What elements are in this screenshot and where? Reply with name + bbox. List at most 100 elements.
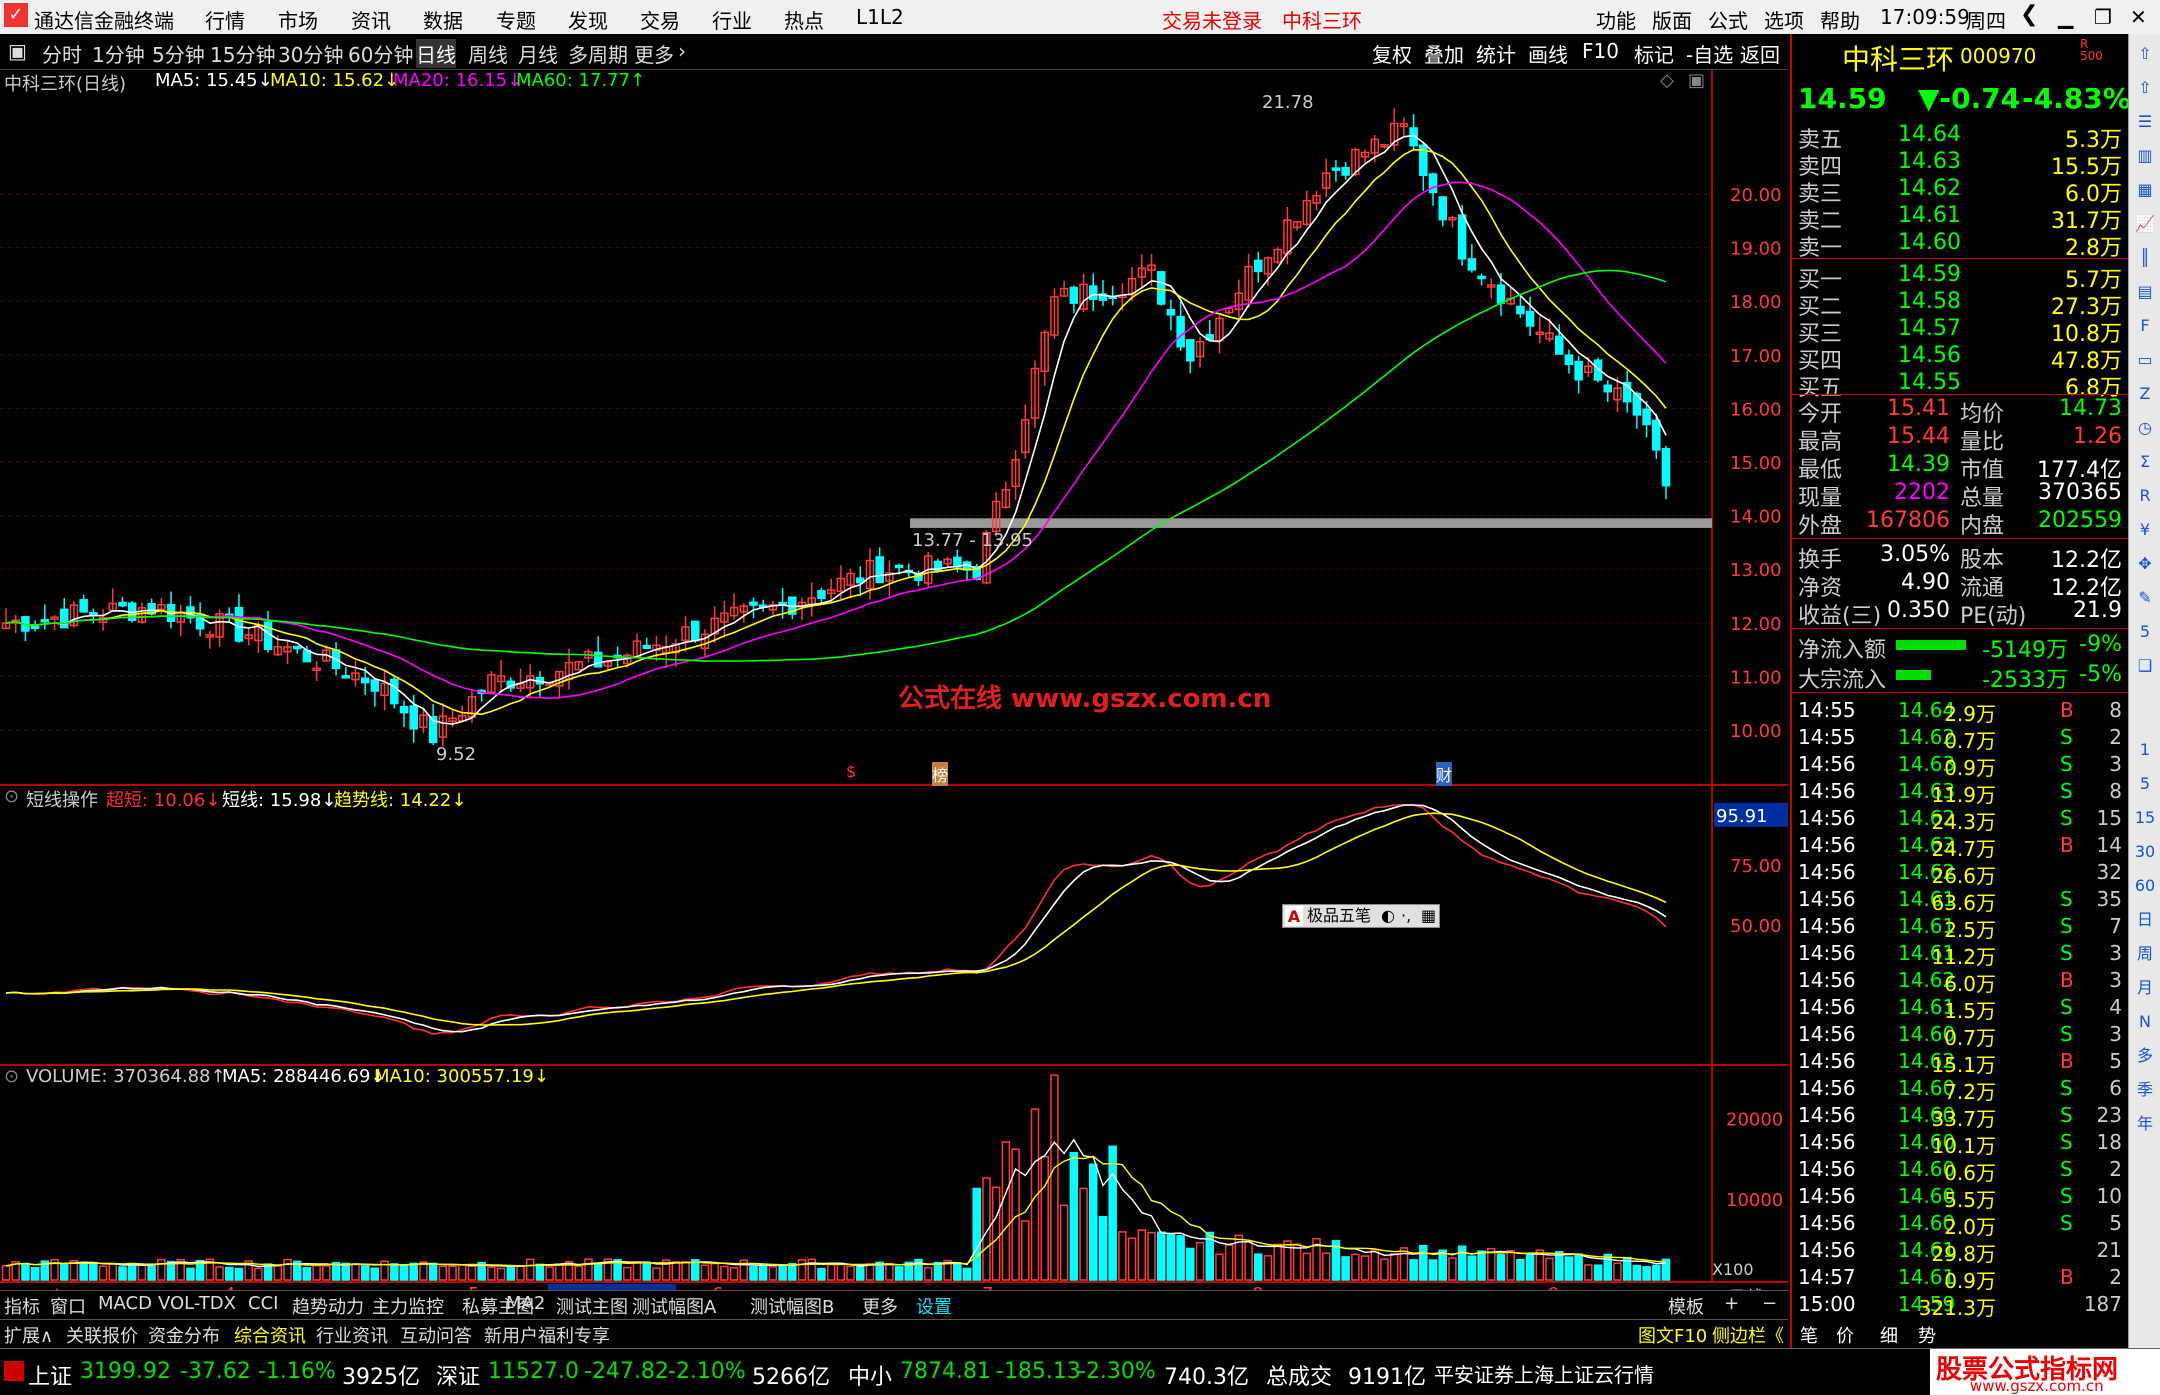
period-weekly[interactable]: 周线 [468,39,508,68]
fz-icon[interactable]: Z [2133,382,2157,406]
marker-dollar[interactable]: $ [846,762,856,781]
bid-price-5[interactable]: 14.55 [1898,370,1961,395]
indicator-tab-11[interactable]: 测试幅图B [750,1293,834,1319]
ime-keyboard-icon[interactable]: ▦ [1421,905,1436,927]
panel-tab-4[interactable]: 细 [1880,1322,1898,1348]
sz-index-name[interactable]: 深证 [436,1359,480,1391]
indicator-tab-12[interactable]: 更多 [862,1293,898,1319]
sidebar-period-5[interactable]: 日 [2133,908,2157,932]
indicator-tab-13[interactable]: 设置 [916,1293,952,1319]
sidebar-period-9[interactable]: 多 [2133,1044,2157,1068]
indicator-tab-9[interactable]: 测试主图 [556,1293,628,1319]
login-status[interactable]: 交易未登录 [1162,5,1262,34]
diamond-icon[interactable]: ◇ [1660,70,1674,91]
action-remove-fav[interactable]: -自选 [1686,39,1733,68]
bar-chart-icon[interactable]: ▥ [2133,144,2157,168]
indicator-tab-4[interactable]: CCI [248,1293,278,1314]
ask-price-1[interactable]: 14.60 [1898,230,1961,255]
table-icon[interactable]: ▦ [2133,178,2157,202]
menu-layout[interactable]: 版面 [1652,5,1692,34]
panel-tab-3[interactable]: 价 [1836,1322,1854,1348]
indicator-toggle-icon[interactable]: ⊙ [4,786,19,807]
menu-formula[interactable]: 公式 [1708,5,1748,34]
pen-icon[interactable]: ✎ [2133,586,2157,610]
sidebar-period-0[interactable]: 1 [2133,738,2157,762]
ime-toolbar[interactable]: A 极品五笔 ◐ ·, ▦ [1282,904,1440,928]
book-icon[interactable]: ❑ [2133,654,2157,678]
info-tab-0[interactable]: 扩展∧ [4,1322,53,1348]
list-icon[interactable]: ☰ [2133,110,2157,134]
action-draw[interactable]: 画线 [1528,39,1568,68]
bid-price-3[interactable]: 14.57 [1898,316,1961,341]
sidebar-period-3[interactable]: 30 [2133,840,2157,864]
move-icon[interactable]: ✥ [2133,552,2157,576]
ime-a-icon[interactable]: A [1285,906,1303,926]
ask-price-3[interactable]: 14.62 [1898,176,1961,201]
sidebar-period-4[interactable]: 60 [2133,874,2157,898]
panel-toggle-icon[interactable]: ▣ [8,39,27,63]
action-adjust[interactable]: 复权 [1372,39,1412,68]
indicator-tab-2[interactable]: MACD [98,1293,152,1314]
menu-news[interactable]: 资讯 [351,5,391,34]
ime-punct-icon[interactable]: ·, [1401,905,1411,927]
sidebar-period-11[interactable]: 年 [2133,1112,2157,1136]
sme-index-name[interactable]: 中小 [848,1359,892,1391]
panel-tab-5[interactable]: 势 [1918,1322,1936,1348]
ask-price-5[interactable]: 14.64 [1898,122,1961,147]
candle-icon[interactable]: ║ [2133,246,2157,270]
sh-index-name[interactable]: 上证 [28,1359,72,1391]
close-icon[interactable]: ✕ [2130,5,2147,29]
indicator-tab-0[interactable]: 指标 [4,1293,40,1319]
marker-rank[interactable]: 榜 [932,762,949,786]
menu-data[interactable]: 数据 [423,5,463,34]
minimize-icon[interactable]: ▁ [2058,5,2073,29]
period-daily[interactable]: 日线 [416,39,456,68]
menu-board[interactable]: 市场 [278,5,318,34]
money-icon[interactable]: ¥ [2133,518,2157,542]
sidebar-period-2[interactable]: 15 [2133,806,2157,830]
menu-market[interactable]: 行情 [205,5,245,34]
period-multi[interactable]: 多周期 [568,39,628,68]
restore-icon[interactable]: ❐ [2094,5,2112,29]
info-tab-6[interactable]: 新用户福利专享 [484,1322,610,1348]
info-tab-5[interactable]: 互动问答 [400,1322,472,1348]
arrow-up-icon[interactable]: ⇧ [2133,42,2157,66]
panel-tab-2[interactable]: 笔 [1800,1322,1818,1348]
period-more[interactable]: 更多 [634,39,674,68]
action-mark[interactable]: 标记 [1634,39,1674,68]
sidebar-period-1[interactable]: 5 [2133,772,2157,796]
period-1min[interactable]: 1分钟 [92,39,145,68]
indicator-tab-6[interactable]: 主力监控 [372,1293,444,1319]
info-tab-3[interactable]: 综合资讯 [234,1322,306,1348]
menu-function[interactable]: 功能 [1596,5,1636,34]
sidebar-period-10[interactable]: 季 [2133,1078,2157,1102]
indicator-tab-10[interactable]: 测试幅图A [632,1293,716,1319]
action-stats[interactable]: 统计 [1476,39,1516,68]
template-tab-2[interactable]: − [1762,1293,1777,1314]
chevron-right-icon[interactable]: › [678,39,686,63]
indicator-tab-8[interactable]: MA2 [506,1293,545,1314]
clock-icon[interactable]: ◷ [2133,416,2157,440]
volume-toggle-icon[interactable]: ⊙ [4,1066,19,1087]
sigma-icon[interactable]: Σ [2133,450,2157,474]
info-tab-1[interactable]: 关联报价 [66,1322,138,1348]
indicator-tab-1[interactable]: 窗口 [50,1293,86,1319]
menu-help[interactable]: 帮助 [1820,5,1860,34]
template-tab-0[interactable]: 模板 [1668,1293,1704,1319]
f10-icon[interactable]: F [2133,314,2157,338]
doc-icon[interactable]: ▭ [2133,348,2157,372]
template-tab-1[interactable]: + [1724,1293,1739,1314]
period-5min[interactable]: 5分钟 [152,39,205,68]
period-timeshare[interactable]: 分时 [42,39,82,68]
grid-icon[interactable]: ▤ [2133,280,2157,304]
sidebar-period-8[interactable]: N [2133,1010,2157,1034]
menu-discover[interactable]: 发现 [568,5,608,34]
marker-finance[interactable]: 财 [1436,762,1453,786]
bid-price-1[interactable]: 14.59 [1898,262,1961,287]
f5-icon[interactable]: 5 [2133,620,2157,644]
period-15min[interactable]: 15分钟 [210,39,275,68]
menu-l1l2[interactable]: L1L2 [856,5,904,29]
collapse-icon[interactable]: ▣ [1688,70,1705,91]
menu-options[interactable]: 选项 [1764,5,1804,34]
rsi-icon[interactable]: R [2133,484,2157,508]
